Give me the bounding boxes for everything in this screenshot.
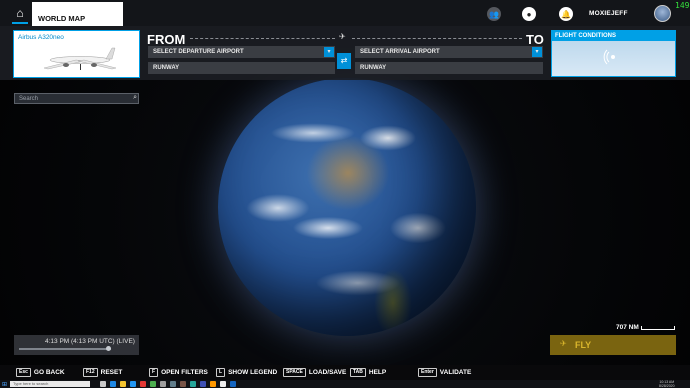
hint-label: OPEN FILTERS — [161, 369, 208, 376]
map-scale-bar — [641, 326, 675, 330]
flight-conditions-title: FLIGHT CONDITIONS — [552, 31, 675, 41]
hint-open-filters[interactable]: F OPEN FILTERS — [149, 368, 208, 377]
fps-counter: 149 — [675, 1, 690, 10]
flight-simulator-icon[interactable] — [230, 381, 236, 387]
flight-conditions-card[interactable]: FLIGHT CONDITIONS — [551, 30, 676, 77]
hint-validate[interactable]: Enter VALIDATE — [418, 368, 471, 377]
app-icon[interactable] — [180, 381, 186, 387]
key-cap: Esc — [16, 368, 31, 377]
departure-airport-text: SELECT DEPARTURE AIRPORT — [153, 49, 244, 55]
map-scale-label: 707 NM — [616, 324, 639, 331]
app-icon[interactable] — [140, 381, 146, 387]
task-view-icon[interactable] — [100, 381, 106, 387]
route-line-right — [352, 38, 522, 39]
hint-label: LOAD/SAVE — [308, 369, 347, 376]
key-cap: L — [216, 368, 226, 377]
windows-taskbar: ⊞ Type here to search 10:13 AM 8/28/2020 — [0, 380, 690, 388]
xbox-icon[interactable] — [150, 381, 156, 387]
hint-label: RESET — [100, 369, 123, 376]
departure-airport-select[interactable]: SELECT DEPARTURE AIRPORT ▾ — [148, 46, 335, 58]
home-icon: ⌂ — [16, 6, 24, 20]
hint-reset[interactable]: F12 RESET — [83, 368, 122, 377]
search-icon[interactable]: ⌕ — [133, 94, 137, 102]
arrival-airport-select[interactable]: SELECT ARRIVAL AIRPORT ▾ — [355, 46, 543, 58]
app-icon[interactable] — [190, 381, 196, 387]
app-icon[interactable] — [170, 381, 176, 387]
search-input[interactable]: Search ⌕ — [14, 93, 139, 104]
app-icon[interactable] — [210, 381, 216, 387]
departure-runway-text: RUNWAY — [153, 65, 180, 71]
home-button[interactable]: ⌂ — [10, 2, 30, 24]
from-label: FROM — [147, 32, 186, 47]
swap-icon: ⇄ — [340, 56, 348, 65]
app-icon[interactable] — [200, 381, 206, 387]
tab-world-map[interactable]: WORLD MAP — [32, 2, 123, 26]
fly-label: FLY — [575, 340, 592, 350]
hint-label: SHOW LEGEND — [228, 369, 278, 376]
settings-icon[interactable] — [160, 381, 166, 387]
arrival-airport-text: SELECT ARRIVAL AIRPORT — [360, 49, 440, 55]
hint-label: HELP — [368, 369, 387, 376]
time-of-day-panel: 4:13 PM (4:13 PM UTC) (LIVE) — [14, 335, 139, 355]
friends-icon[interactable]: 👥 — [487, 7, 501, 21]
signal-icon — [603, 49, 615, 65]
aircraft-name: Airbus A320neo — [18, 34, 64, 41]
clock-date: 8/28/2020 — [659, 384, 675, 388]
key-cap: Enter — [418, 368, 437, 377]
chevron-down-icon: ▾ — [324, 47, 334, 57]
hint-go-back[interactable]: Esc GO BACK — [16, 368, 65, 377]
route-plane-icon: ✈ — [339, 32, 346, 41]
chevron-down-icon: ▾ — [532, 47, 542, 57]
key-cap: SPACE — [283, 368, 306, 377]
time-text: 4:13 PM (4:13 PM UTC) (LIVE) — [45, 338, 135, 345]
to-label: TO — [526, 32, 544, 47]
time-slider-handle[interactable] — [105, 346, 111, 351]
hint-label: VALIDATE — [439, 369, 472, 376]
top-bar: ⌂ WORLD MAP 👥 ● 🔔 MOXIEJEFF 149 — [0, 0, 690, 26]
plane-icon: ✈ — [560, 339, 567, 348]
windows-start-icon[interactable]: ⊞ — [2, 381, 7, 388]
profile-icon[interactable]: ● — [522, 7, 536, 21]
arrival-runway-text: RUNWAY — [360, 65, 387, 71]
key-hints-bar: Esc GO BACK F12 RESET F OPEN FILTERS L S… — [0, 365, 690, 380]
time-slider-track[interactable] — [19, 348, 111, 350]
taskbar-clock[interactable]: 10:13 AM 8/28/2020 — [659, 380, 675, 388]
mail-icon[interactable] — [130, 381, 136, 387]
aircraft-image — [43, 47, 117, 70]
hint-help[interactable]: TAB HELP — [350, 368, 386, 377]
hint-show-legend[interactable]: L SHOW LEGEND — [216, 368, 277, 377]
key-cap: F12 — [83, 368, 98, 377]
key-cap: TAB — [350, 368, 366, 377]
hint-load-save[interactable]: SPACE LOAD/SAVE — [283, 368, 346, 377]
edge-icon[interactable] — [110, 381, 116, 387]
key-cap: F — [149, 368, 159, 377]
aircraft-selector[interactable]: Airbus A320neo — [13, 30, 140, 78]
route-line-left — [190, 38, 335, 39]
username[interactable]: MOXIEJEFF — [589, 10, 628, 17]
avatar[interactable] — [654, 5, 671, 22]
fly-button[interactable]: ✈ FLY — [550, 335, 676, 355]
departure-runway-select[interactable]: RUNWAY — [148, 62, 335, 74]
swap-airports-button[interactable]: ⇄ — [337, 53, 351, 69]
folder-icon[interactable] — [120, 381, 126, 387]
earth-globe[interactable] — [218, 78, 476, 336]
notifications-icon[interactable]: 🔔 — [559, 7, 573, 21]
hint-label: GO BACK — [33, 369, 65, 376]
taskbar-search-input[interactable]: Type here to search — [10, 381, 90, 387]
search-placeholder: Search — [19, 96, 39, 102]
app-icon[interactable] — [220, 381, 226, 387]
arrival-runway-select[interactable]: RUNWAY — [355, 62, 543, 74]
